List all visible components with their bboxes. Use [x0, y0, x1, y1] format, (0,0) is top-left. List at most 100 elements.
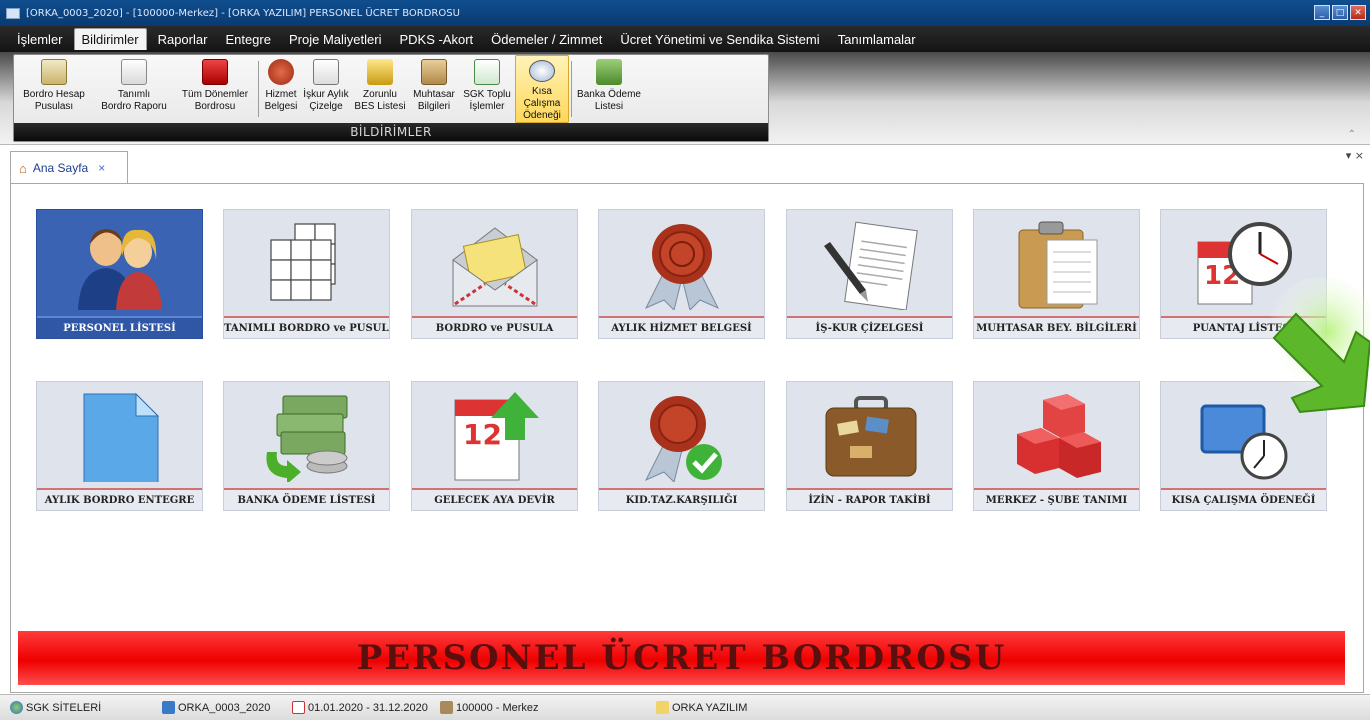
- ribbon: Bordro Hesap Pusulası Tanımlı Bordro Rap…: [0, 52, 1370, 144]
- status-company-code[interactable]: ORKA_0003_2020: [162, 701, 270, 714]
- ribbon-bordro-hesap-pusulasi-button[interactable]: Bordro Hesap Pusulası: [14, 55, 94, 123]
- menu-pdks-akort[interactable]: PDKS -Akort: [392, 29, 480, 50]
- tile-merkez-sube-tanimi[interactable]: MERKEZ - ŞUBE TANIMI: [973, 381, 1140, 511]
- seal-check-icon: [644, 396, 722, 482]
- tile-label: BORDRO ve PUSULA: [412, 316, 577, 338]
- report-icon: [121, 59, 147, 85]
- tab-controls[interactable]: ▾ ×: [1346, 149, 1364, 162]
- cubes-icon: [1016, 394, 1101, 478]
- tile-kid-taz-karsiligi[interactable]: KID.TAZ.KARŞILIĞI: [598, 381, 765, 511]
- tile-aylik-hizmet-belgesi[interactable]: AYLIK HİZMET BELGESİ: [598, 209, 765, 339]
- tab-close-icon[interactable]: ×: [98, 161, 105, 175]
- tile-label: AYLIK HİZMET BELGESİ: [599, 316, 764, 338]
- clipboard-icon: [1018, 221, 1097, 309]
- tile-label: AYLIK BORDRO ENTEGRE: [37, 488, 202, 510]
- tile-label: İZİN - RAPOR TAKİBİ: [787, 488, 952, 510]
- pen-icon: [656, 701, 669, 714]
- tile-label: MUHTASAR BEY. BİLGİLERİ: [974, 316, 1139, 338]
- status-vendor[interactable]: ORKA YAZILIM: [656, 701, 747, 714]
- calendar-up-icon: 12: [454, 392, 539, 481]
- status-bar: SGK SİTELERİ ORKA_0003_2020 01.01.2020 -…: [0, 694, 1370, 720]
- tile-izin-rapor-takibi[interactable]: İZİN - RAPOR TAKİBİ: [786, 381, 953, 511]
- tile-label: KID.TAZ.KARŞILIĞI: [599, 488, 764, 510]
- ribbon-zorunlu-bes-listesi-button[interactable]: Zorunlu BES Listesi: [351, 55, 409, 123]
- money-icon: [596, 59, 622, 85]
- workspace: ⌂ Ana Sayfa × ▾ × PERSONEL LİSTESİ TANIM…: [0, 144, 1370, 693]
- grid-icon: [269, 223, 336, 301]
- tile-bordro-ve-pusula[interactable]: BORDRO ve PUSULA: [411, 209, 578, 339]
- status-period[interactable]: 01.01.2020 - 31.12.2020: [292, 701, 428, 714]
- menu-raporlar[interactable]: Raporlar: [151, 29, 215, 50]
- tab-strip: ⌂ Ana Sayfa × ▾ ×: [0, 145, 1370, 184]
- checklist-icon: [474, 59, 500, 85]
- close-window-button[interactable]: ✕: [1350, 5, 1366, 20]
- tab-ana-sayfa[interactable]: ⌂ Ana Sayfa ×: [10, 151, 128, 184]
- status-branch[interactable]: 100000 - Merkez: [440, 701, 539, 714]
- tile-aylik-bordro-entegre[interactable]: AYLIK BORDRO ENTEGRE: [36, 381, 203, 511]
- menu-tanimlamalar[interactable]: Tanımlamalar: [831, 29, 923, 50]
- tile-label: GELECEK AYA DEVİR: [412, 488, 577, 510]
- ribbon-tum-donemler-bordrosu-button[interactable]: Tüm Dönemler Bordrosu: [174, 55, 256, 123]
- dashboard-content: PERSONEL LİSTESİ TANIMLI BORDRO ve PUSUL…: [10, 183, 1364, 693]
- seal-icon: [644, 224, 719, 310]
- tile-label: BANKA ÖDEME LİSTESİ: [224, 488, 389, 510]
- clock-icon: [529, 60, 555, 82]
- maximize-button[interactable]: □: [1332, 5, 1348, 20]
- title-bar: [ORKA_0003_2020] - [100000-Merkez] - [OR…: [0, 0, 1370, 26]
- envelope-icon: [452, 227, 537, 307]
- calendar-icon: [292, 701, 305, 714]
- tile-label: PERSONEL LİSTESİ: [37, 316, 202, 338]
- ribbon-group-bildirimler: Bordro Hesap Pusulası Tanımlı Bordro Rap…: [13, 54, 769, 142]
- ribbon-tanimli-bordro-raporu-button[interactable]: Tanımlı Bordro Raporu: [94, 55, 174, 123]
- ribbon-banka-odeme-listesi-button[interactable]: Banka Ödeme Listesi: [574, 55, 644, 123]
- ribbon-separator: [571, 61, 572, 117]
- seal-icon: [268, 59, 294, 85]
- book-icon: [162, 701, 175, 714]
- suitcase-icon: [825, 396, 916, 477]
- menu-islemler[interactable]: İşlemler: [10, 29, 70, 50]
- tile-gelecek-aya-devir[interactable]: 12 GELECEK AYA DEVİR: [411, 381, 578, 511]
- app-banner: PERSONEL ÜCRET BORDROSU: [18, 631, 1345, 685]
- contract-icon: [313, 59, 339, 85]
- menu-proje-maliyetleri[interactable]: Proje Maliyetleri: [282, 29, 388, 50]
- tile-label: MERKEZ - ŞUBE TANIMI: [974, 488, 1139, 510]
- tile-tanimli-bordro-ve-pusula[interactable]: TANIMLI BORDRO ve PUSULA: [223, 209, 390, 339]
- building-icon: [440, 701, 453, 714]
- menu-bar: İşlemler Bildirimler Raporlar Entegre Pr…: [0, 26, 1370, 52]
- menu-bildirimler[interactable]: Bildirimler: [73, 28, 147, 50]
- ribbon-iskur-aylik-cizelge-button[interactable]: İşkur Aylık Çizelge: [301, 55, 351, 123]
- tile-banka-odeme-listesi[interactable]: BANKA ÖDEME LİSTESİ: [223, 381, 390, 511]
- tile-muhtasar-bey-bilgileri[interactable]: MUHTASAR BEY. BİLGİLERİ: [973, 209, 1140, 339]
- svg-text:12: 12: [463, 418, 502, 451]
- ribbon-muhtasar-bilgileri-button[interactable]: Muhtasar Bilgileri: [409, 55, 459, 123]
- tile-label: TANIMLI BORDRO ve PUSULA: [224, 316, 389, 338]
- tab-label: Ana Sayfa: [32, 161, 89, 175]
- window-title: [ORKA_0003_2020] - [100000-Merkez] - [OR…: [26, 7, 460, 19]
- menu-ucret-yonetimi[interactable]: Ücret Yönetimi ve Sendika Sistemi: [613, 29, 826, 50]
- ribbon-sgk-toplu-islemler-button[interactable]: SGK Toplu İşlemler: [459, 55, 515, 123]
- home-icon: ⌂: [19, 160, 27, 176]
- calendar-icon: [202, 59, 228, 85]
- tile-personel-listesi[interactable]: PERSONEL LİSTESİ: [36, 209, 203, 339]
- status-sgk-siteleri[interactable]: SGK SİTELERİ: [10, 701, 101, 714]
- menu-entegre[interactable]: Entegre: [218, 29, 278, 50]
- tile-label: İŞ-KUR ÇİZELGESİ: [787, 316, 952, 338]
- tile-is-kur-cizelgesi[interactable]: İŞ-KUR ÇİZELGESİ: [786, 209, 953, 339]
- clipboard-icon: [421, 59, 447, 85]
- ribbon-group-label: BİLDİRİMLER: [14, 123, 768, 141]
- document-icon: [83, 392, 159, 482]
- tile-label: KISA ÇALIŞMA ÖDENEĞİ: [1161, 488, 1326, 510]
- minimize-button[interactable]: _: [1314, 5, 1330, 20]
- window-controls: _ □ ✕: [1314, 5, 1366, 20]
- users-icon: [77, 229, 162, 310]
- payslip-icon: [41, 59, 67, 85]
- gold-icon: [367, 59, 393, 85]
- contract-icon: [823, 221, 918, 310]
- globe-icon: [10, 701, 23, 714]
- green-arrow-icon: [1266, 278, 1370, 414]
- money-icon: [265, 395, 347, 482]
- menu-odemeler-zimmet[interactable]: Ödemeler / Zimmet: [484, 29, 609, 50]
- ribbon-kisa-calisma-odenegi-button[interactable]: Kısa Çalışma Ödeneği: [515, 55, 569, 123]
- ribbon-collapse-icon[interactable]: ⌃: [1348, 129, 1356, 140]
- ribbon-hizmet-belgesi-button[interactable]: Hizmet Belgesi: [261, 55, 301, 123]
